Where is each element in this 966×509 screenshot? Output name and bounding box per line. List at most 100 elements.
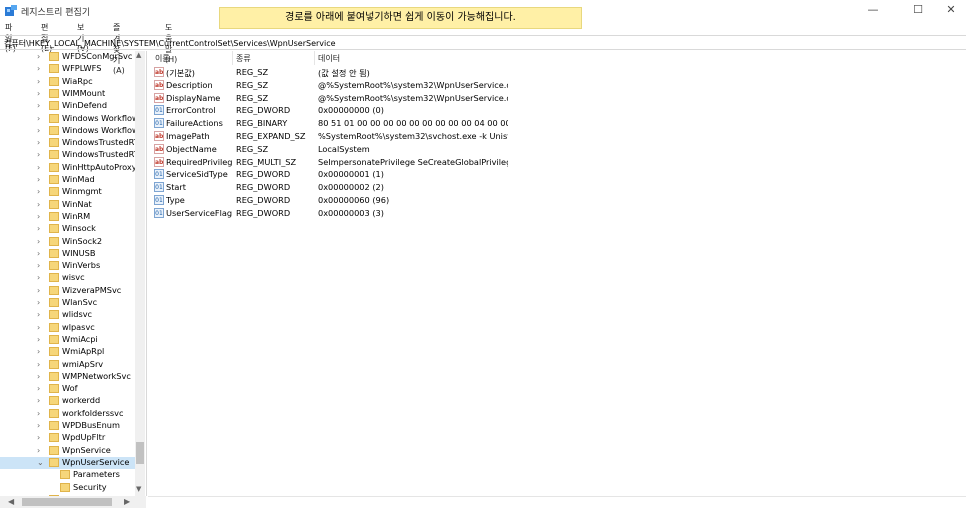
tree-item[interactable]: › workfolderssvc bbox=[0, 408, 140, 420]
tree-item[interactable]: › Windows Workflow bbox=[0, 125, 140, 137]
tree-item[interactable]: ⌄ WpnUserService bbox=[0, 456, 140, 469]
chevron-right-icon[interactable]: › bbox=[37, 335, 40, 344]
tree-item[interactable]: › WinDefend bbox=[0, 100, 140, 112]
tree-item[interactable]: › WinNat bbox=[0, 199, 140, 211]
tree-item[interactable]: Parameters bbox=[0, 469, 140, 481]
chevron-right-icon[interactable]: › bbox=[37, 286, 40, 295]
tree-item[interactable]: › Wof bbox=[0, 383, 140, 395]
chevron-right-icon[interactable]: › bbox=[37, 261, 40, 270]
chevron-right-icon[interactable]: › bbox=[37, 114, 40, 123]
chevron-right-icon[interactable]: › bbox=[37, 421, 40, 430]
value-row[interactable]: ab Description REG_SZ @%SystemRoot%\system3… bbox=[148, 79, 964, 92]
tree-item[interactable]: › WinMad bbox=[0, 174, 140, 186]
tree-item[interactable]: › WinVerbs bbox=[0, 260, 140, 272]
tree-horizontal-scrollbar[interactable]: ◀ ▶ bbox=[0, 496, 146, 508]
column-header-data[interactable]: 데이터 bbox=[318, 53, 340, 64]
tree-item[interactable]: › WFDSConMgrSvc bbox=[0, 51, 140, 63]
value-row[interactable]: 01 ServiceSidType REG_DWORD 0x00000001 (1) bbox=[148, 168, 964, 181]
value-row[interactable]: ab ObjectName REG_SZ LocalSystem bbox=[148, 143, 964, 156]
scroll-right-icon[interactable]: ▶ bbox=[124, 497, 130, 506]
minimize-button[interactable]: — bbox=[866, 3, 880, 17]
tree-item[interactable]: › WindowsTrustedRTP bbox=[0, 149, 144, 161]
tree-item[interactable]: › WMPNetworkSvc bbox=[0, 371, 140, 383]
tree-item[interactable]: › wisvc bbox=[0, 272, 140, 284]
chevron-right-icon[interactable]: › bbox=[37, 187, 40, 196]
tree-item[interactable]: › WmiAcpi bbox=[0, 334, 140, 346]
column-header-type[interactable]: 종류 bbox=[236, 53, 251, 64]
tree-vertical-scrollbar[interactable]: ▲ ▼ bbox=[135, 51, 145, 496]
tree-item[interactable]: › WinSock2 bbox=[0, 236, 140, 248]
tree-item[interactable]: › WindowsTrustedRT bbox=[0, 137, 140, 149]
chevron-right-icon[interactable]: › bbox=[37, 77, 40, 86]
maximize-button[interactable]: ☐ bbox=[911, 3, 925, 17]
chevron-right-icon[interactable]: › bbox=[37, 372, 40, 381]
chevron-right-icon[interactable]: › bbox=[37, 396, 40, 405]
tree-item[interactable]: › WmiApRpl bbox=[0, 346, 140, 358]
tree-item[interactable]: › workerdd bbox=[0, 395, 140, 407]
chevron-right-icon[interactable]: › bbox=[37, 409, 40, 418]
tree-item[interactable]: › WinRM bbox=[0, 211, 140, 223]
tree-item[interactable]: › WIMMount bbox=[0, 88, 140, 100]
chevron-right-icon[interactable]: › bbox=[37, 347, 40, 356]
chevron-right-icon[interactable]: › bbox=[37, 64, 40, 73]
value-row[interactable]: abRequiredPrivilege... REG_MULTI_SZ SeImpe… bbox=[148, 156, 964, 169]
chevron-right-icon[interactable]: › bbox=[37, 212, 40, 221]
tree-item[interactable]: › WPDBusEnum bbox=[0, 420, 140, 432]
chevron-down-icon[interactable]: ⌄ bbox=[37, 458, 44, 467]
chevron-right-icon[interactable]: › bbox=[37, 310, 40, 319]
value-row[interactable]: ab (기본값) REG_SZ (값 설정 안 됨) bbox=[148, 66, 964, 79]
scroll-up-icon[interactable]: ▲ bbox=[136, 51, 141, 59]
chevron-right-icon[interactable]: › bbox=[37, 323, 40, 332]
tree-item[interactable]: Security bbox=[0, 482, 140, 494]
chevron-right-icon[interactable]: › bbox=[37, 433, 40, 442]
address-path[interactable]: 컴퓨터\HKEY_LOCAL_MACHINE\SYSTEM\CurrentCon… bbox=[4, 38, 336, 49]
tree-item[interactable]: › wlpasvc bbox=[0, 322, 140, 334]
chevron-right-icon[interactable]: › bbox=[37, 273, 40, 282]
chevron-right-icon[interactable]: › bbox=[37, 126, 40, 135]
chevron-right-icon[interactable]: › bbox=[37, 200, 40, 209]
value-row[interactable]: ab ImagePath REG_EXPAND_SZ %SystemRoot%\sys… bbox=[148, 130, 964, 143]
chevron-right-icon[interactable]: › bbox=[37, 446, 40, 455]
chevron-right-icon[interactable]: › bbox=[37, 249, 40, 258]
chevron-right-icon[interactable]: › bbox=[37, 175, 40, 184]
chevron-right-icon[interactable]: › bbox=[37, 384, 40, 393]
chevron-right-icon[interactable]: › bbox=[37, 360, 40, 369]
chevron-right-icon[interactable]: › bbox=[37, 150, 40, 159]
chevron-right-icon[interactable]: › bbox=[37, 298, 40, 307]
chevron-right-icon[interactable]: › bbox=[37, 138, 40, 147]
column-header-name[interactable]: 이름 bbox=[155, 53, 170, 64]
chevron-right-icon[interactable]: › bbox=[37, 101, 40, 110]
value-row[interactable]: 01 UserServiceFlags REG_DWORD 0x00000003 (3… bbox=[148, 207, 964, 220]
chevron-right-icon[interactable]: › bbox=[37, 52, 40, 61]
tree-vertical-scroll-thumb[interactable] bbox=[136, 442, 144, 464]
address-bar[interactable]: 컴퓨터\HKEY_LOCAL_MACHINE\SYSTEM\CurrentCon… bbox=[0, 35, 966, 50]
tree-item[interactable]: › WINUSB bbox=[0, 248, 140, 260]
tree-item[interactable]: › WiaRpc bbox=[0, 76, 140, 88]
value-row[interactable]: 01 Start REG_DWORD 0x00000002 (2) bbox=[148, 181, 964, 194]
tree-item[interactable]: › wlidsvc bbox=[0, 309, 140, 321]
tree-item[interactable]: › WlanSvc bbox=[0, 297, 140, 309]
chevron-right-icon[interactable]: › bbox=[37, 224, 40, 233]
tree-item[interactable]: › WFPLWFS bbox=[0, 63, 140, 75]
value-row[interactable]: ab DisplayName REG_SZ @%SystemRoot%\system3… bbox=[148, 92, 964, 105]
value-row[interactable]: 01 ErrorControl REG_DWORD 0x00000000 (0) bbox=[148, 104, 964, 117]
scroll-left-icon[interactable]: ◀ bbox=[8, 497, 14, 506]
tree-item[interactable]: › wmiApSrv bbox=[0, 359, 140, 371]
tree-horizontal-scroll-thumb[interactable] bbox=[22, 498, 112, 506]
close-button[interactable]: ✕ bbox=[944, 3, 958, 17]
tree-item[interactable]: › Winsock bbox=[0, 223, 140, 235]
chevron-right-icon[interactable]: › bbox=[37, 237, 40, 246]
tree-item[interactable]: › WizveraPMSvc bbox=[0, 285, 140, 297]
chevron-right-icon[interactable]: › bbox=[37, 89, 40, 98]
value-row[interactable]: 01 Type REG_DWORD 0x00000060 (96) bbox=[148, 194, 964, 207]
tree-item[interactable]: › Winmgmt bbox=[0, 186, 140, 198]
scroll-down-icon[interactable]: ▼ bbox=[136, 485, 141, 493]
tree-item[interactable]: › WpnService bbox=[0, 445, 140, 457]
value-row[interactable]: 01 FailureActions REG_BINARY 80 51 01 00 00… bbox=[148, 117, 964, 130]
column-divider[interactable] bbox=[232, 51, 233, 65]
tree-item[interactable]: › Windows Workflow bbox=[0, 113, 140, 125]
chevron-right-icon[interactable]: › bbox=[37, 163, 40, 172]
column-divider[interactable] bbox=[314, 51, 315, 65]
tree-item[interactable]: › WpdUpFltr bbox=[0, 432, 140, 444]
tree-item[interactable]: › WinHttpAutoProxyS bbox=[0, 162, 142, 174]
